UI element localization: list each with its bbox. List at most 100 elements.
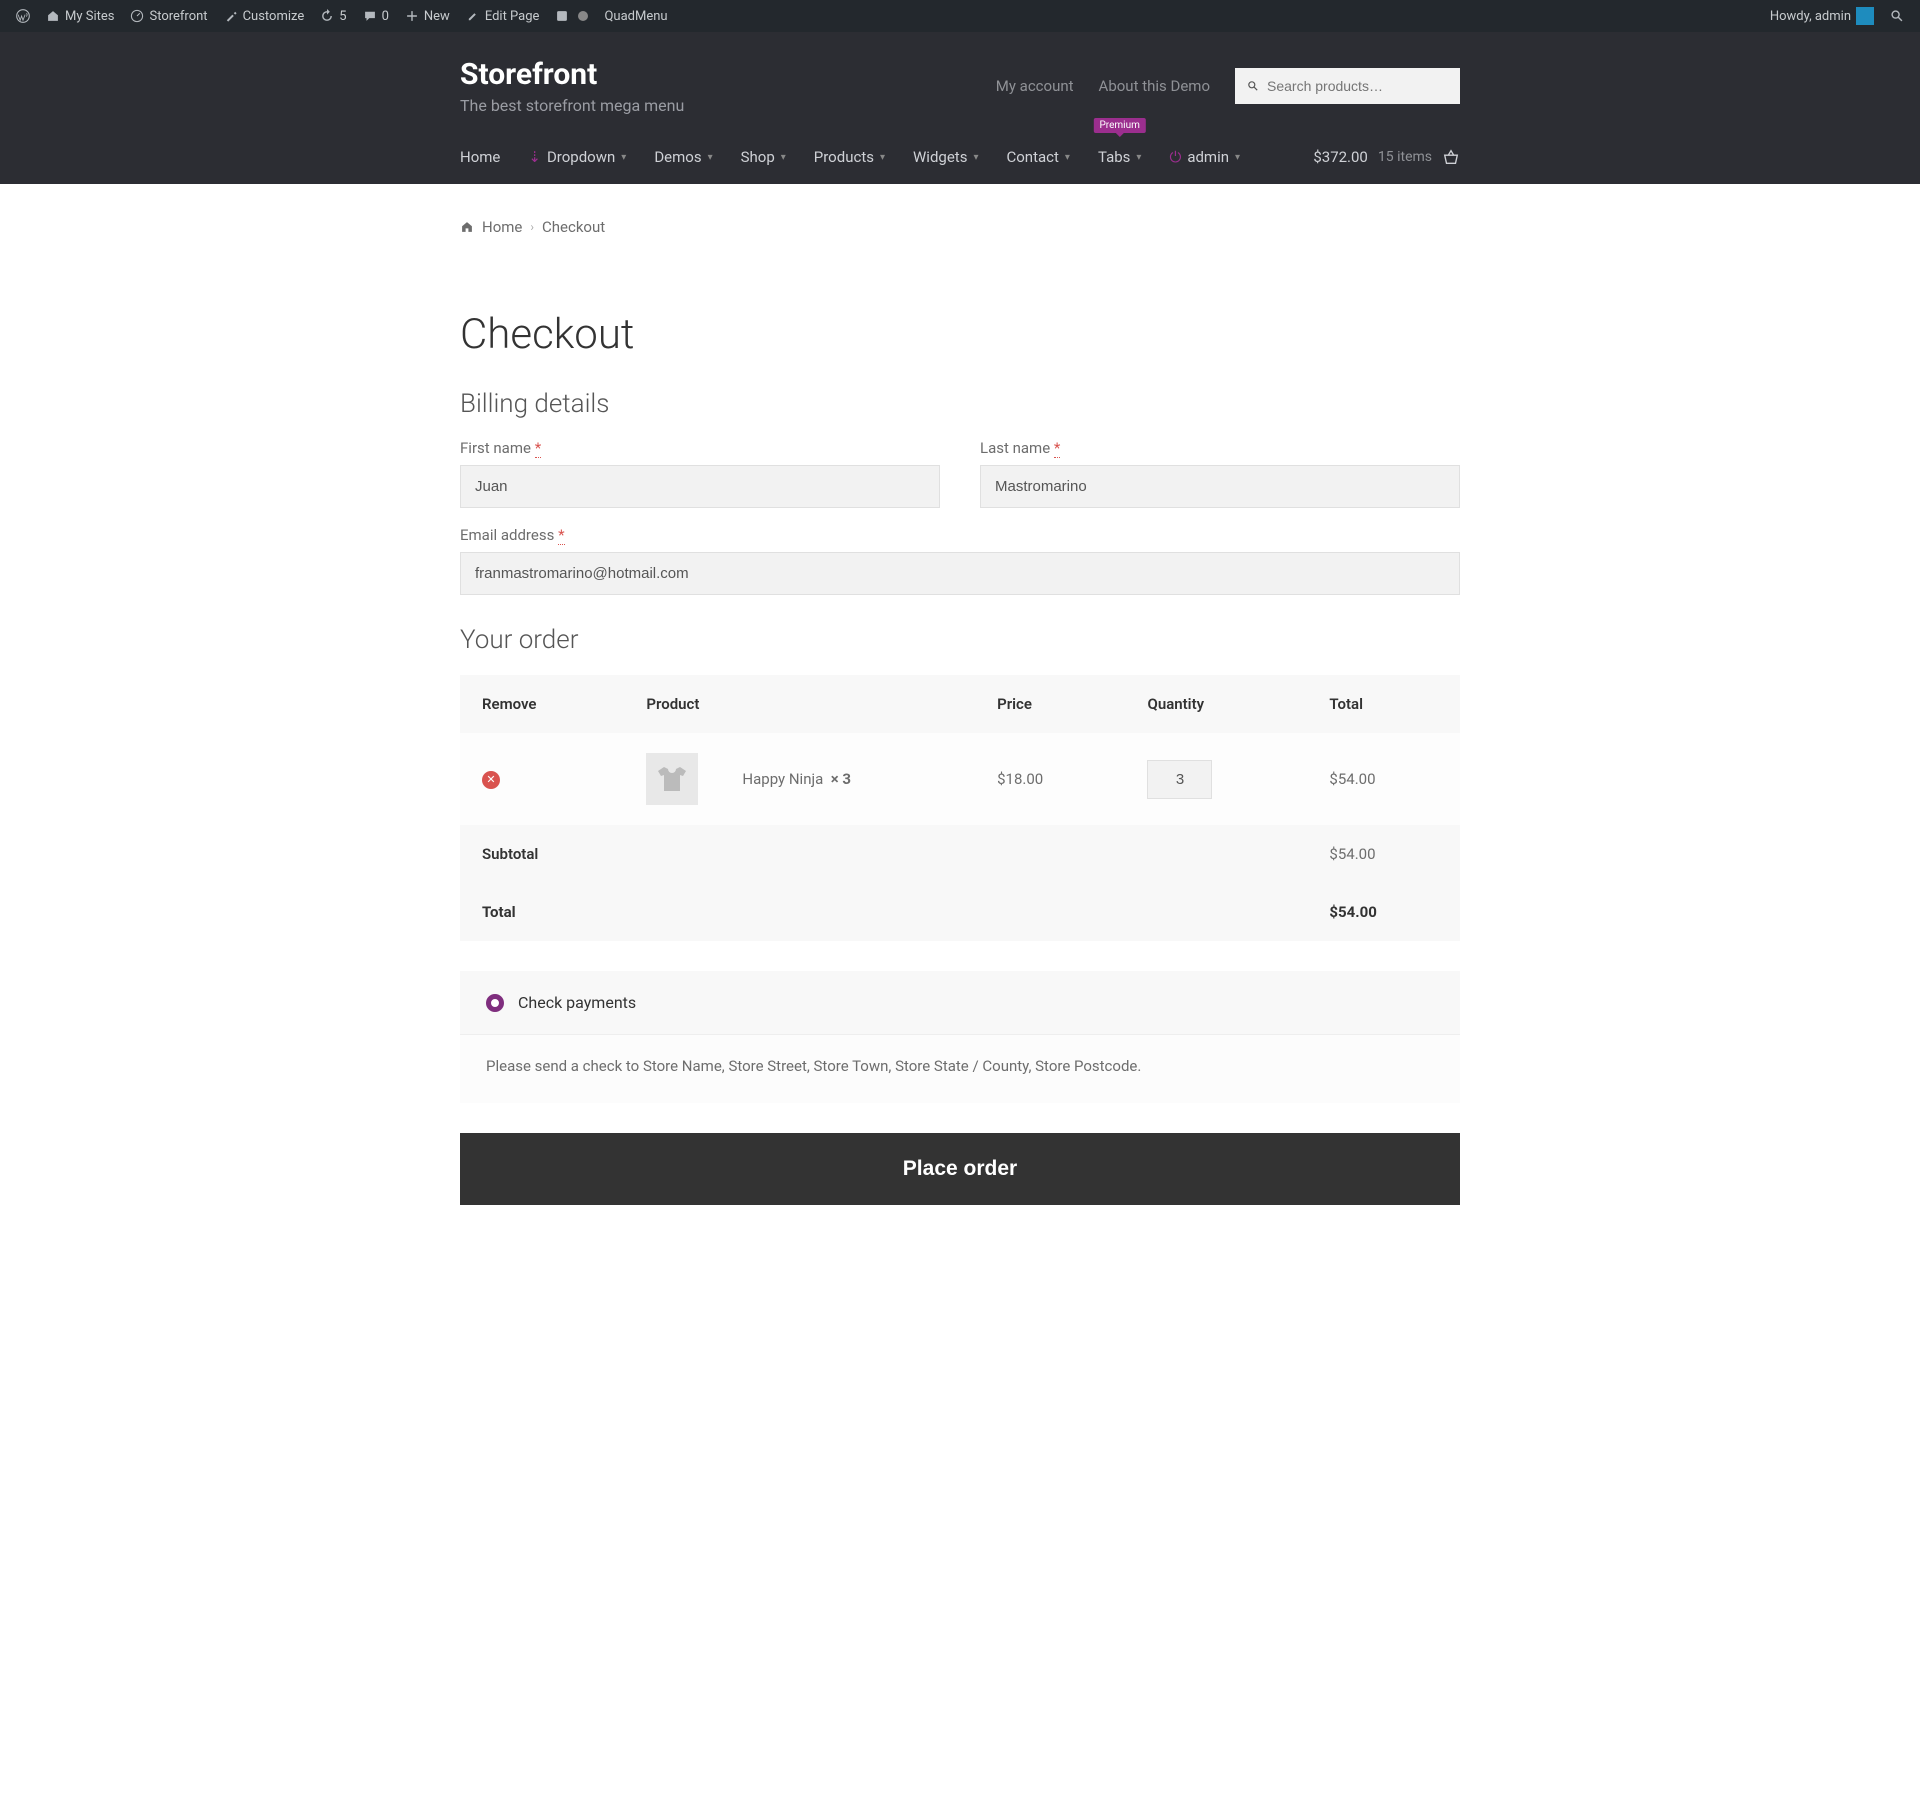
wp-admin-bar: My Sites Storefront Customize 5 0 New Ed… [0, 0, 1920, 32]
first-name-field-wrap: First name * [460, 439, 940, 508]
chevron-down-icon: ▾ [973, 152, 978, 163]
status-dot-icon [578, 11, 588, 21]
last-name-input[interactable] [980, 465, 1460, 508]
product-price: $18.00 [975, 733, 1125, 825]
page-title: Checkout [460, 310, 1460, 359]
cart-row: ✕ Happy Ninja × 3 $18.00 $54.00 [460, 733, 1460, 825]
basket-icon [1442, 148, 1460, 166]
col-quantity: Quantity [1125, 675, 1307, 733]
dropdown-deco-icon: ⇣ [528, 148, 541, 166]
cart-link[interactable]: $372.00 15 items [1313, 148, 1460, 166]
nav-tabs[interactable]: Premium Tabs▾ [1098, 148, 1141, 166]
power-icon: ⏻ [1169, 148, 1181, 166]
total-label: Total [460, 883, 1307, 941]
wp-logo[interactable] [8, 0, 38, 32]
edit-page-label: Edit Page [485, 9, 540, 24]
breadcrumb-current: Checkout [542, 218, 605, 236]
product-qty-label: × 3 [831, 770, 851, 788]
my-sites-link[interactable]: My Sites [38, 0, 122, 32]
customize-link[interactable]: Customize [216, 0, 313, 32]
last-name-label: Last name * [980, 439, 1460, 457]
yoast-link[interactable] [547, 0, 596, 32]
brush-icon [224, 9, 238, 23]
quadmenu-label: QuadMenu [604, 9, 667, 24]
updates-count: 5 [339, 9, 346, 24]
order-heading: Your order [460, 625, 1460, 655]
my-sites-label: My Sites [65, 9, 114, 24]
subtotal-value: $54.00 [1307, 825, 1460, 883]
billing-heading: Billing details [460, 389, 1460, 419]
chevron-down-icon: ▾ [621, 152, 626, 163]
search-input[interactable] [1267, 78, 1448, 94]
pencil-icon [466, 9, 480, 23]
radio-selected-icon [486, 994, 504, 1012]
subtotal-row: Subtotal $54.00 [460, 825, 1460, 883]
howdy-label: Howdy, admin [1770, 9, 1851, 24]
product-name[interactable]: Happy Ninja [742, 770, 823, 788]
chevron-down-icon: ▾ [1136, 152, 1141, 163]
my-account-link[interactable]: My account [996, 77, 1074, 95]
product-thumbnail[interactable] [646, 753, 698, 805]
product-search[interactable] [1235, 68, 1460, 104]
remove-item-button[interactable]: ✕ [482, 771, 500, 789]
nav-shop[interactable]: Shop▾ [741, 148, 786, 166]
nav-dropdown[interactable]: ⇣Dropdown▾ [528, 148, 626, 166]
customize-label: Customize [243, 9, 305, 24]
col-product: Product [624, 675, 975, 733]
nav-widgets[interactable]: Widgets▾ [913, 148, 978, 166]
subtotal-label: Subtotal [460, 825, 1307, 883]
payment-description: Please send a check to Store Name, Store… [460, 1034, 1460, 1103]
tshirt-icon [652, 759, 692, 799]
nav-home[interactable]: Home [460, 148, 500, 166]
total-value: $54.00 [1307, 883, 1460, 941]
premium-badge: Premium [1093, 118, 1145, 133]
chevron-down-icon: ▾ [880, 152, 885, 163]
place-order-button[interactable]: Place order [460, 1133, 1460, 1205]
breadcrumb: Home › Checkout [460, 204, 1460, 250]
home-icon [460, 220, 474, 234]
site-branding: Storefront The best storefront mega menu [460, 57, 684, 115]
site-name-label: Storefront [149, 9, 207, 24]
quantity-input[interactable] [1147, 760, 1212, 799]
comments-count: 0 [382, 9, 389, 24]
order-table: Remove Product Price Quantity Total ✕ [460, 675, 1460, 941]
first-name-input[interactable] [460, 465, 940, 508]
required-mark: * [1054, 439, 1060, 458]
nav-contact[interactable]: Contact▾ [1006, 148, 1069, 166]
updates-link[interactable]: 5 [312, 0, 354, 32]
main-nav: Home ⇣Dropdown▾ Demos▾ Shop▾ Products▾ W… [460, 148, 1240, 166]
chevron-down-icon: ▾ [1235, 152, 1240, 163]
chevron-down-icon: ▾ [781, 152, 786, 163]
site-name-link[interactable]: Storefront [122, 0, 215, 32]
col-remove: Remove [460, 675, 624, 733]
payment-box: Check payments Please send a check to St… [460, 971, 1460, 1103]
comments-link[interactable]: 0 [355, 0, 397, 32]
email-input[interactable] [460, 552, 1460, 595]
email-field-wrap: Email address * [460, 526, 1460, 595]
required-mark: * [558, 526, 564, 545]
breadcrumb-home[interactable]: Home [482, 218, 522, 236]
search-icon [1247, 79, 1259, 93]
site-tagline: The best storefront mega menu [460, 96, 684, 115]
new-label: New [424, 9, 450, 24]
howdy-link[interactable]: Howdy, admin [1762, 0, 1882, 32]
breadcrumb-sep: › [530, 220, 534, 234]
about-demo-link[interactable]: About this Demo [1099, 77, 1210, 95]
payment-method-check[interactable]: Check payments [460, 971, 1460, 1034]
cart-items: 15 items [1378, 149, 1432, 165]
search-toggle[interactable] [1882, 0, 1912, 32]
search-icon [1890, 9, 1904, 23]
last-name-field-wrap: Last name * [980, 439, 1460, 508]
edit-page-link[interactable]: Edit Page [458, 0, 548, 32]
site-title[interactable]: Storefront [460, 57, 684, 92]
new-link[interactable]: New [397, 0, 458, 32]
dashboard-icon [130, 9, 144, 23]
nav-demos[interactable]: Demos▾ [654, 148, 712, 166]
nav-products[interactable]: Products▾ [814, 148, 885, 166]
masthead: Storefront The best storefront mega menu… [0, 32, 1920, 184]
quadmenu-link[interactable]: QuadMenu [596, 0, 675, 32]
comment-icon [363, 9, 377, 23]
nav-admin[interactable]: ⏻admin▾ [1169, 148, 1240, 166]
chevron-down-icon: ▾ [1065, 152, 1070, 163]
col-total: Total [1307, 675, 1460, 733]
